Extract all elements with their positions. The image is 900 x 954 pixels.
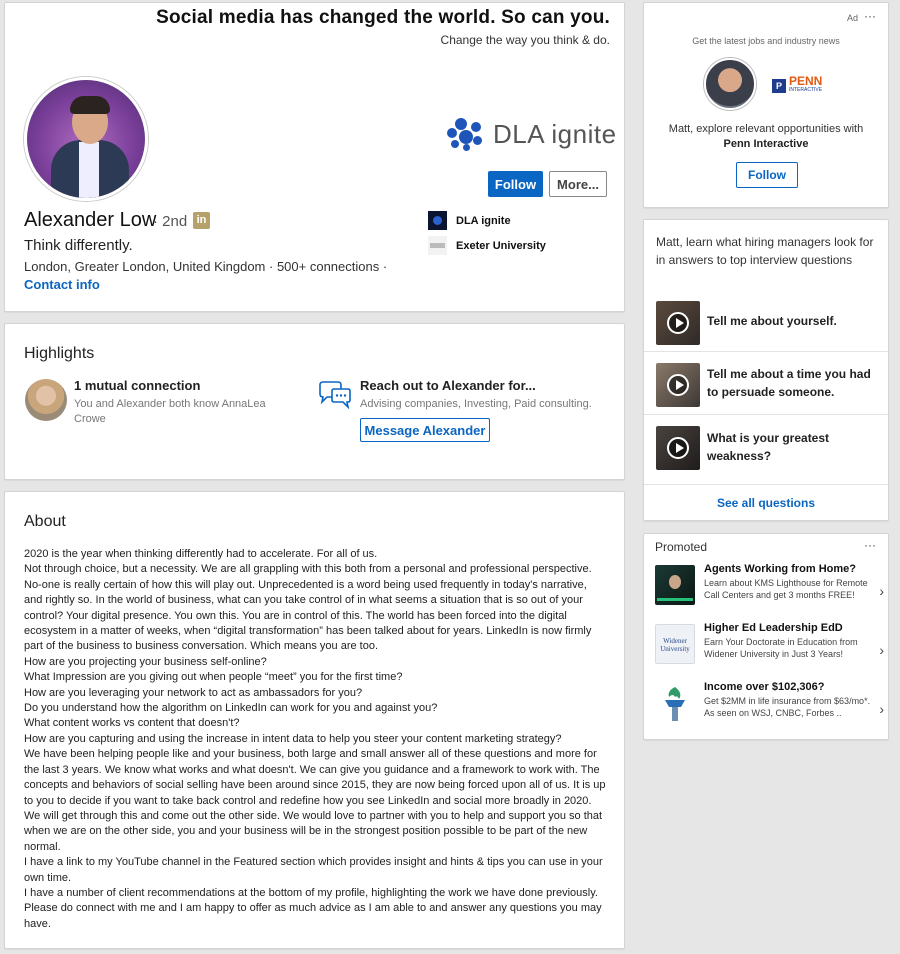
ad-tagline: Get the latest jobs and industry news [692,36,840,46]
about-paragraph: I have a link to my YouTube channel in t… [24,856,603,884]
promoted-item-desc: Earn Your Doctorate in Education from Wi… [704,637,858,659]
about-card: About 2020 is the year when thinking dif… [4,491,625,949]
about-paragraph: I have a number of client recommendation… [24,886,602,930]
about-paragraph: What content works vs content that doesn… [24,717,240,730]
about-paragraph: We have been helping people like and you… [24,748,606,807]
promoted-menu-icon[interactable]: ··· [864,538,876,552]
linkedin-premium-icon: in [193,212,210,229]
ad-text: Matt, explore relevant opportunities wit… [668,123,864,135]
ad-card: Ad ··· Get the latest jobs and industry … [643,2,889,208]
promoted-item-desc: Learn about KMS Lighthouse for Remote Ca… [704,578,868,600]
mutual-connection-avatar[interactable] [25,379,67,421]
chevron-right-icon: › [879,701,884,717]
ad-follow-button[interactable]: Follow [736,162,798,188]
promoted-card: Promoted ··· Agents Working from Home? L… [643,533,889,740]
question-item[interactable]: Tell me about yourself. [644,290,888,352]
profile-photo[interactable] [24,77,148,201]
penn-logo-text: PENN [789,74,823,88]
penn-interactive-logo: P PENN INTERACTIVE [772,74,823,95]
reach-out-desc: Advising companies, Investing, Paid cons… [360,398,592,410]
question-text: Tell me about a time you had to persuade… [707,367,871,399]
video-thumbnail [656,426,700,470]
follow-button[interactable]: Follow [488,171,543,197]
promoted-item-desc: Get $2MM in life insurance from $63/mo*.… [704,696,871,718]
question-item[interactable]: Tell me about a time you had to persuade… [644,351,888,413]
more-button[interactable]: More... [549,171,607,197]
highlights-card: Highlights 1 mutual connection You and A… [4,323,625,480]
company-logo: DLA ignite [445,116,617,152]
about-paragraph: What Impression are you giving out when … [24,671,403,684]
about-text: 2020 is the year when thinking different… [24,547,608,932]
chat-bubbles-icon [319,381,351,409]
promoted-item[interactable]: Agents Working from Home? Learn about KM… [654,563,884,619]
interview-questions-card: Matt, learn what hiring managers look fo… [643,219,889,521]
viewer-avatar [704,58,756,110]
highlights-title: Highlights [24,345,95,362]
about-paragraph: How are you projecting your business sel… [24,655,267,668]
about-paragraph: Not through choice, but a necessity. We … [24,563,592,653]
penn-logo-subtext: INTERACTIVE [789,87,823,93]
org-item-dla-ignite[interactable]: DLA ignite [428,211,511,230]
ad-menu-icon[interactable]: ··· [864,9,876,23]
questions-intro: Matt, learn what hiring managers look fo… [656,235,874,267]
see-all-questions-link[interactable]: See all questions [644,484,888,521]
widener-university-logo: Widener University [655,624,695,664]
dla-ignite-icon [428,211,447,230]
company-logo-text: DLA ignite [493,118,617,149]
chevron-right-icon: › [879,642,884,658]
about-paragraph: How are you capturing and using the incr… [24,732,562,745]
torch-logo-icon [655,683,695,723]
connection-degree: · 2nd [153,213,188,230]
play-icon [667,437,689,459]
promoted-item-title: Income over $102,306? [704,681,825,693]
org-name: DLA ignite [456,214,511,227]
about-paragraph: 2020 is the year when thinking different… [24,548,378,560]
play-icon [667,312,689,334]
kms-lighthouse-thumbnail [655,565,695,605]
play-icon [667,374,689,396]
promoted-title: Promoted [655,540,708,554]
question-text: What is your greatest weakness? [707,431,830,463]
mutual-connection-desc: You and Alexander both know AnnaLea Crow… [74,398,266,425]
profile-location: London, Greater London, United Kingdom ·… [24,259,388,274]
promoted-item[interactable]: Income over $102,306? Get $2MM in life i… [654,681,884,737]
profile-name: Alexander Low [24,209,157,231]
ad-company: Penn Interactive [723,138,809,150]
about-title: About [24,513,66,530]
about-paragraph: How are you leveraging your network to a… [24,686,363,699]
org-item-exeter[interactable]: Exeter University [428,236,546,255]
dla-ignite-logo-icon [445,116,487,152]
reach-out-title: Reach out to Alexander for... [360,378,536,393]
video-thumbnail [656,363,700,407]
banner-title: Social media has changed the world. So c… [156,7,610,28]
org-name: Exeter University [456,239,546,252]
mutual-connection-title[interactable]: 1 mutual connection [74,378,200,393]
profile-card: Social media has changed the world. So c… [4,2,625,312]
video-thumbnail [656,301,700,345]
question-text: Tell me about yourself. [707,314,837,328]
profile-headline: Think differently. [24,237,133,254]
exeter-university-icon [428,236,447,255]
about-paragraph: Do you understand how the algorithm on L… [24,702,438,715]
question-item[interactable]: What is your greatest weakness? [644,414,888,476]
contact-info-link[interactable]: Contact info [24,277,100,292]
penn-logo-icon: P [772,79,786,93]
message-button[interactable]: Message Alexander [360,418,490,442]
ad-label: Ad [846,13,858,23]
banner-subtitle: Change the way you think & do. [440,33,610,47]
promoted-item-title: Agents Working from Home? [704,563,856,575]
promoted-item-title: Higher Ed Leadership EdD [704,622,843,634]
about-paragraph: We will get through this and come out th… [24,809,603,853]
chevron-right-icon: › [879,583,884,599]
promoted-item[interactable]: Widener University Higher Ed Leadership … [654,622,884,678]
